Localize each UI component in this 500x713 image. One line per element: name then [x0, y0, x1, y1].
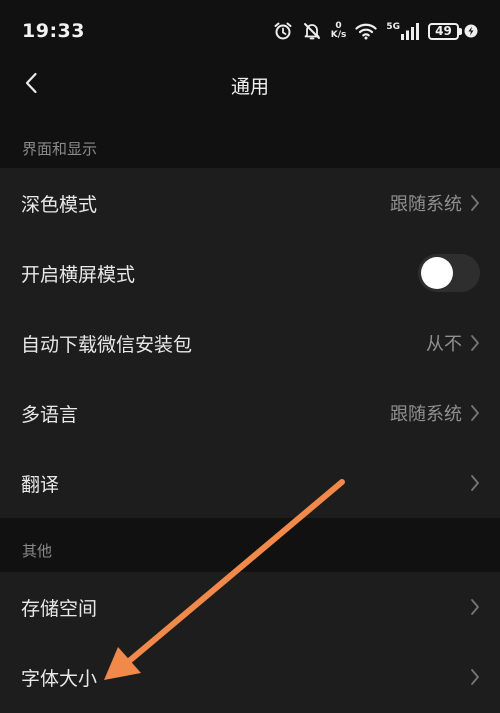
- chevron-right-icon: [470, 404, 480, 422]
- signal-icon: 5G: [386, 21, 419, 40]
- landscape-toggle[interactable]: [418, 254, 480, 292]
- row-font-size[interactable]: 字体大小: [0, 642, 500, 712]
- row-value: 从不: [426, 334, 462, 355]
- chevron-right-icon: [470, 194, 480, 212]
- charging-icon: [464, 24, 478, 38]
- battery-level: 49: [428, 22, 459, 40]
- chevron-right-icon: [470, 668, 480, 686]
- status-bar: 19:33 0 K/s 5G 49: [0, 0, 500, 62]
- chevron-right-icon: [470, 334, 480, 352]
- page-title: 通用: [230, 75, 269, 98]
- row-language[interactable]: 多语言 跟随系统: [0, 378, 500, 448]
- battery-tip: [459, 27, 462, 35]
- alarm-icon: [273, 21, 293, 41]
- list-group-other: 存储空间 字体大小: [0, 572, 500, 713]
- row-storage[interactable]: 存储空间: [0, 572, 500, 642]
- back-arrow-icon: [24, 72, 38, 98]
- status-time: 19:33: [22, 20, 85, 42]
- status-icons: 0 K/s 5G 49: [273, 21, 478, 41]
- row-label: 深色模式: [21, 193, 98, 216]
- network-type: 5G: [386, 21, 400, 32]
- row-value: 跟随系统: [390, 194, 462, 215]
- row-translate[interactable]: 翻译: [0, 448, 500, 518]
- row-label: 字体大小: [21, 667, 98, 690]
- wifi-icon: [355, 22, 377, 40]
- row-label: 翻译: [21, 473, 60, 496]
- row-dark-mode[interactable]: 深色模式 跟随系统: [0, 168, 500, 238]
- row-landscape-mode: 开启横屏模式: [0, 238, 500, 308]
- row-label: 存储空间: [21, 597, 98, 620]
- chevron-right-icon: [470, 474, 480, 492]
- nav-bar: 通用: [0, 62, 500, 108]
- back-button[interactable]: [12, 66, 50, 104]
- row-label: 开启横屏模式: [21, 263, 136, 286]
- row-label: 自动下载微信安装包: [21, 333, 193, 356]
- row-label: 多语言: [21, 403, 79, 426]
- battery-indicator: 49: [428, 22, 478, 40]
- list-group-display: 深色模式 跟随系统 开启横屏模式 自动下载微信安装包 从不 多语言 跟随系统 翻…: [0, 168, 500, 518]
- net-speed: 0 K/s: [331, 22, 347, 40]
- row-value: 跟随系统: [390, 404, 462, 425]
- row-auto-download[interactable]: 自动下载微信安装包 从不: [0, 308, 500, 378]
- chevron-right-icon: [470, 598, 480, 616]
- net-speed-unit: K/s: [330, 30, 347, 40]
- section-header-display: 界面和显示: [0, 120, 500, 168]
- toggle-knob: [421, 257, 453, 289]
- mute-icon: [302, 21, 322, 41]
- section-header-other: 其他: [0, 518, 500, 572]
